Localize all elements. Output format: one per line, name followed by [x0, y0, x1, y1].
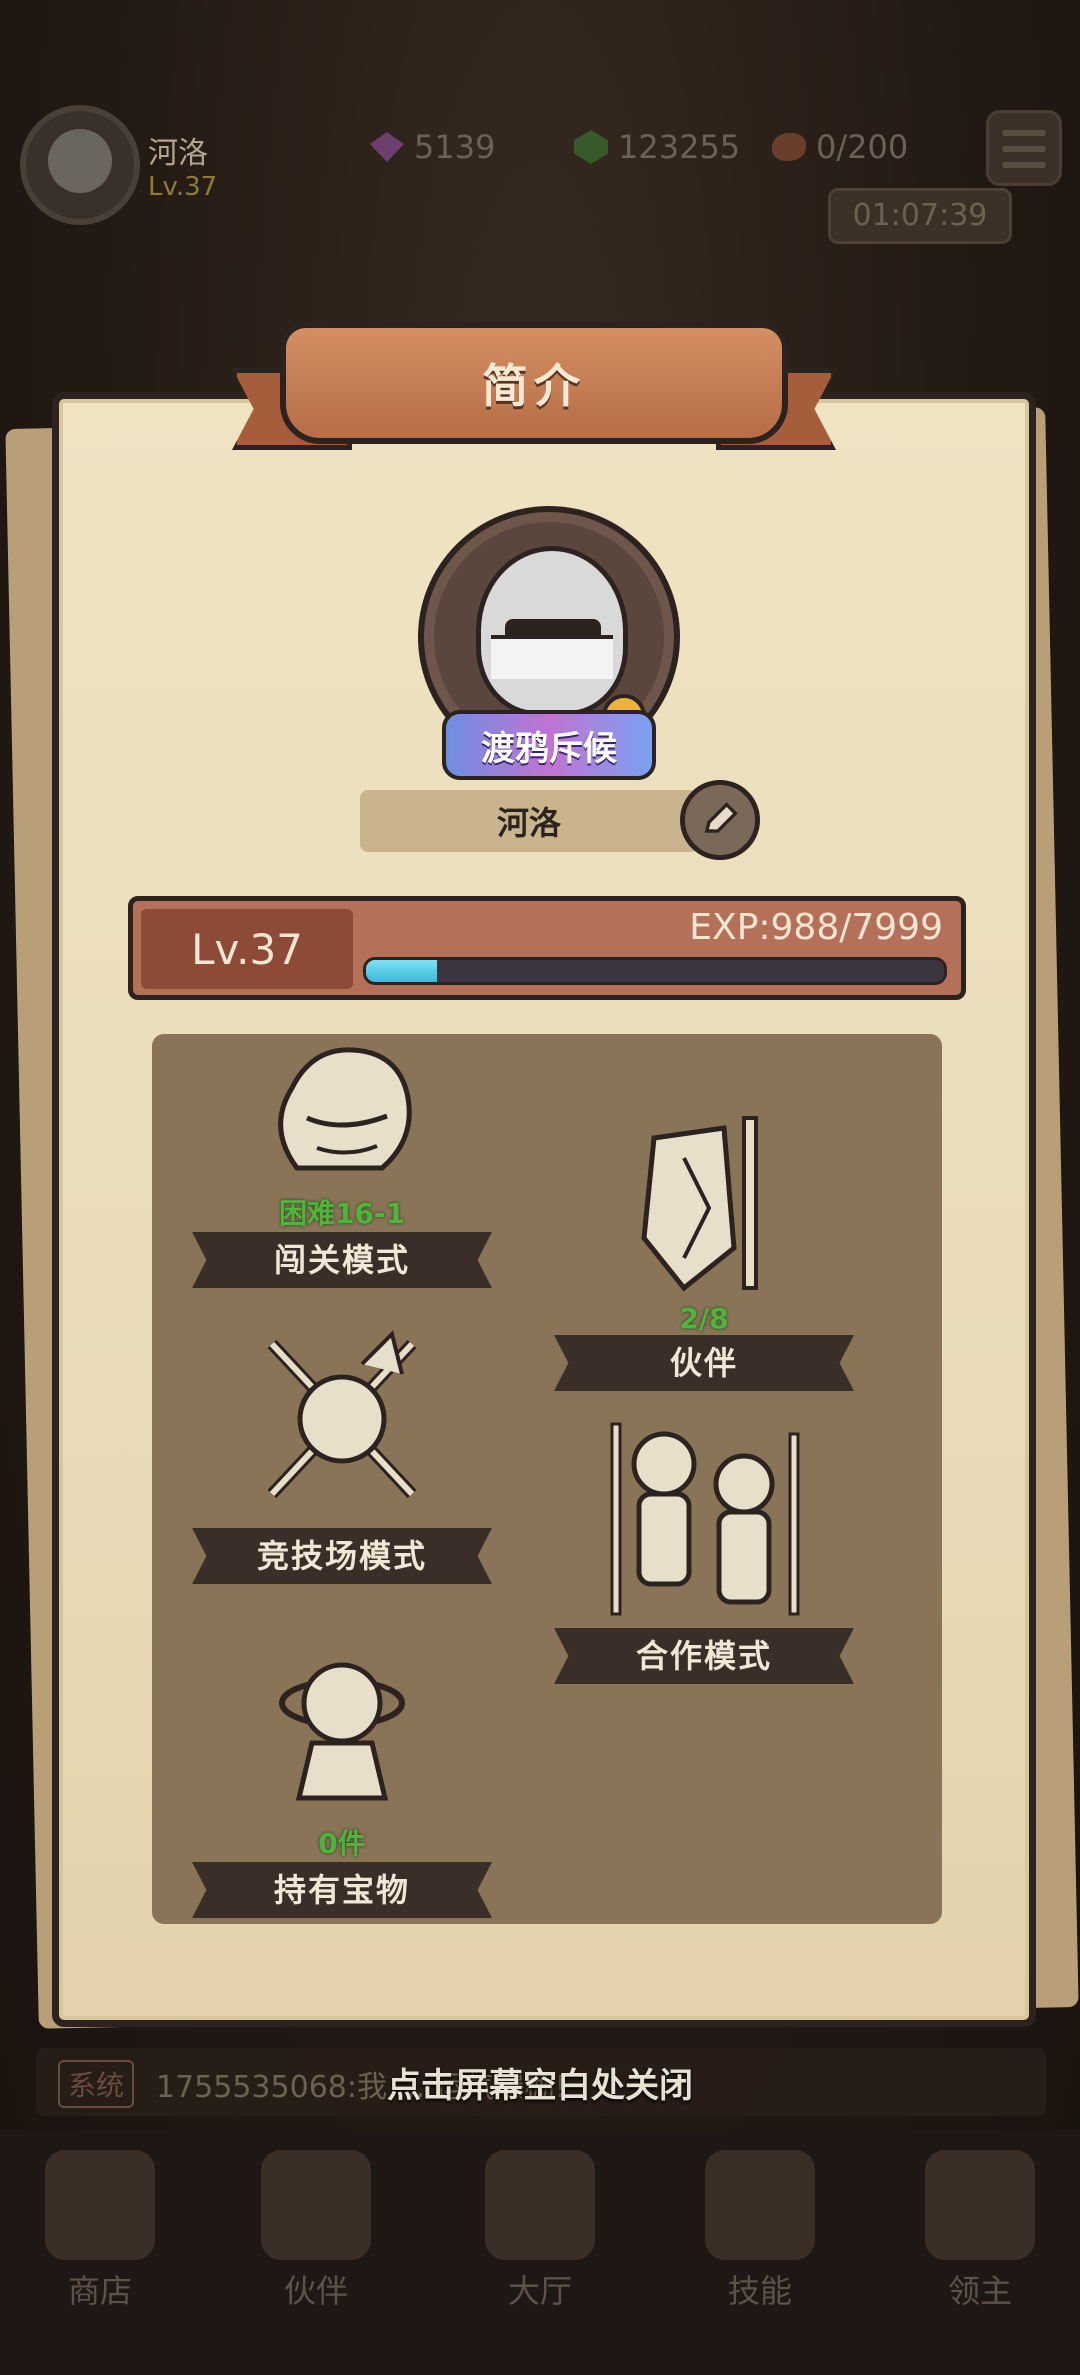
- level-bar: Lv.37 EXP:988/7999: [128, 896, 966, 1000]
- meat-icon: [772, 133, 806, 161]
- panel-title-banner: 简介: [232, 322, 836, 472]
- player-name-field: 河洛: [360, 790, 698, 852]
- mode-partner[interactable]: 2/8 伙伴: [584, 1098, 824, 1391]
- top-hud: 河洛 Lv.37 5139 123255 0/200 01:07:39: [0, 100, 1080, 244]
- green-gem-counter: 123255: [574, 128, 740, 166]
- mode-label: 伙伴: [584, 1335, 824, 1391]
- exp-progress-fill: [366, 960, 438, 982]
- timer: 01:07:39: [828, 188, 1012, 244]
- purple-gem-icon: [370, 132, 404, 162]
- mode-label: 闯关模式: [222, 1232, 462, 1288]
- tab-lobby[interactable]: 大厅: [460, 2150, 620, 2312]
- bottom-tab-bar: 商店 伙伴 大厅 技能 领主: [0, 2130, 1080, 2375]
- pencil-icon: [704, 802, 738, 833]
- menu-button[interactable]: [986, 110, 1062, 186]
- mode-treasure[interactable]: 0件 持有宝物: [222, 1648, 462, 1918]
- green-gem-icon: [574, 130, 608, 164]
- panel-title: 简介: [482, 359, 586, 413]
- mode-coop[interactable]: 合作模式: [584, 1414, 824, 1684]
- stage-progress: 困难16-1: [278, 1197, 406, 1230]
- mode-stats-area: 困难16-1 闯关模式 2/8 伙伴 竞技场模式 合作模式 0件 持有宝物: [152, 1034, 942, 1924]
- exp-progress-track: [363, 957, 947, 985]
- partner-progress: 2/8: [679, 1302, 729, 1335]
- stamina-counter: 0/200: [772, 128, 908, 166]
- partner-icon: [261, 2150, 371, 2260]
- boss-icon: [278, 1047, 412, 1171]
- tab-shop[interactable]: 商店: [20, 2150, 180, 2312]
- crossed-weapons-icon: [267, 1330, 417, 1499]
- close-hint: 点击屏幕空白处关闭: [387, 2066, 693, 2106]
- mode-label: 持有宝物: [222, 1862, 462, 1918]
- shop-icon: [45, 2150, 155, 2260]
- title-badge: 渡鸦斥候: [442, 710, 656, 780]
- lord-icon: [925, 2150, 1035, 2260]
- mode-arena[interactable]: 竞技场模式: [222, 1324, 462, 1584]
- player-avatar[interactable]: [20, 105, 140, 225]
- mode-label: 合作模式: [584, 1628, 824, 1684]
- tab-lord[interactable]: 领主: [900, 2150, 1060, 2312]
- lobby-icon: [485, 2150, 595, 2260]
- hooded-ninja-icon: [476, 546, 628, 716]
- treasure-count: 0件: [318, 1827, 366, 1860]
- mode-label: 竞技场模式: [222, 1528, 462, 1584]
- mode-stage[interactable]: 困难16-1 闯关模式: [222, 1038, 462, 1288]
- skill-icon: [705, 2150, 815, 2260]
- hud-player-level: Lv.37: [148, 172, 218, 202]
- treasure-globe-icon: [279, 1662, 405, 1801]
- shield-knight-icon: [641, 1116, 758, 1292]
- tab-partner[interactable]: 伙伴: [236, 2150, 396, 2312]
- level-tag: Lv.37: [141, 909, 353, 989]
- two-warriors-icon: [610, 1422, 800, 1616]
- hud-player-name: 河洛: [148, 136, 208, 171]
- edit-name-button[interactable]: [680, 780, 760, 860]
- tab-skill[interactable]: 技能: [680, 2150, 840, 2312]
- purple-gem-counter: 5139: [370, 128, 495, 166]
- exp-text: EXP:988/7999: [689, 907, 943, 948]
